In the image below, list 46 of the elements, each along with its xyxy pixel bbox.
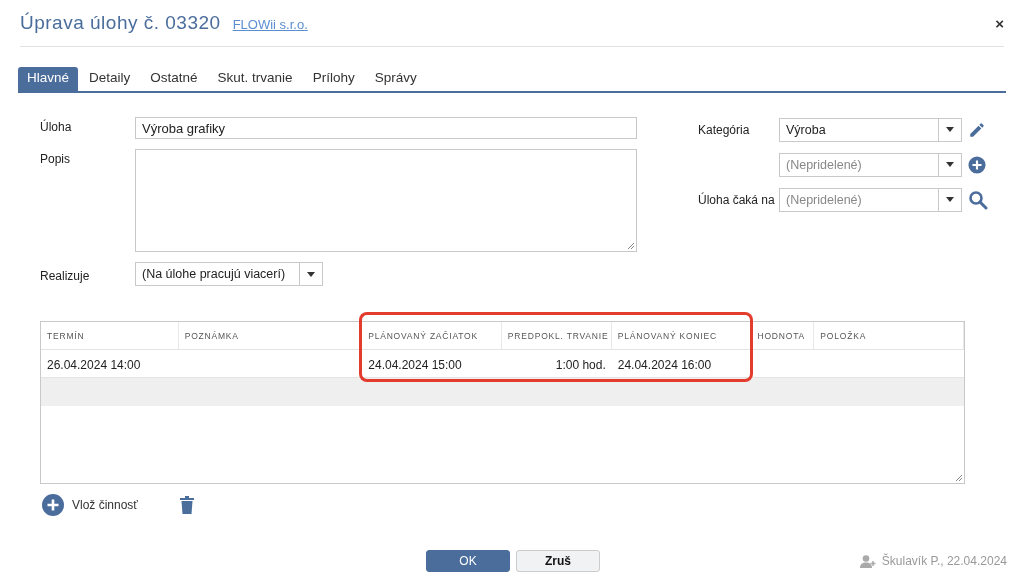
field-label: Kategória bbox=[698, 122, 751, 137]
plus-icon bbox=[42, 494, 64, 516]
column-header: TERMÍN bbox=[41, 322, 179, 349]
tab[interactable]: Správy bbox=[365, 67, 426, 91]
ok-button[interactable]: OK bbox=[426, 550, 510, 572]
subcategory-dropdown[interactable]: (Nepridelené) bbox=[779, 152, 962, 177]
dialog-title: Úprava úlohy č. 03320 bbox=[20, 12, 221, 34]
field-label: Realizuje bbox=[40, 268, 91, 283]
pencil-icon[interactable] bbox=[968, 120, 986, 139]
table-cell: 24.04.2024 15:00 bbox=[368, 358, 462, 372]
column-header: POZNÁMKA bbox=[178, 322, 363, 349]
task-input[interactable]: Výroba grafiky bbox=[135, 117, 637, 139]
tab[interactable]: Skut. trvanie bbox=[208, 67, 302, 91]
caret-icon[interactable] bbox=[946, 162, 954, 167]
tab[interactable]: Hlavné bbox=[18, 67, 79, 91]
table-cell: 1:00 hod. bbox=[555, 358, 606, 372]
tab[interactable]: Ostatné bbox=[141, 67, 207, 91]
column-header: HODNOTA bbox=[751, 322, 815, 349]
caret-icon[interactable] bbox=[946, 127, 954, 132]
resize-grip-icon[interactable] bbox=[955, 474, 963, 482]
caret-icon[interactable] bbox=[946, 197, 954, 202]
close-button[interactable]: × bbox=[995, 15, 1004, 32]
column-header: PLÁNOVANÝ KONIEC bbox=[611, 322, 752, 349]
tab[interactable]: Prílohy bbox=[303, 67, 364, 91]
trash-icon[interactable] bbox=[179, 496, 194, 514]
field-label: Popis bbox=[40, 151, 72, 166]
column-header: POLOŽKA bbox=[814, 322, 964, 349]
resize-grip-icon[interactable] bbox=[627, 242, 635, 250]
realizes-dropdown[interactable]: (Na úlohe pracujú viacerí) bbox=[135, 262, 323, 286]
waits-dropdown[interactable]: (Nepridelené) bbox=[779, 187, 962, 212]
field-label: Úloha čaká na bbox=[698, 192, 776, 207]
column-header: PLÁNOVANÝ ZAČIATOK bbox=[362, 322, 502, 349]
user-add-icon bbox=[859, 554, 876, 568]
created-info: Škulavík P., 22.04.2024 bbox=[881, 554, 1007, 568]
field-label: Úloha bbox=[40, 118, 73, 134]
category-dropdown[interactable]: Výroba bbox=[779, 117, 962, 142]
search-icon[interactable] bbox=[968, 189, 988, 210]
table-cell: 26.04.2024 14:00 bbox=[47, 358, 141, 372]
add-icon[interactable] bbox=[968, 155, 986, 174]
column-header: PREDPOKL. TRVANIE bbox=[501, 322, 612, 349]
cancel-button[interactable]: Zruš bbox=[516, 550, 600, 572]
add-activity-button[interactable]: Vlož činnosť bbox=[42, 494, 138, 516]
caret-icon[interactable] bbox=[307, 271, 315, 277]
table-cell: 24.04.2024 16:00 bbox=[617, 358, 712, 372]
company-link[interactable]: FLOWii s.r.o. bbox=[232, 17, 308, 32]
tab[interactable]: Detaily bbox=[80, 67, 140, 91]
